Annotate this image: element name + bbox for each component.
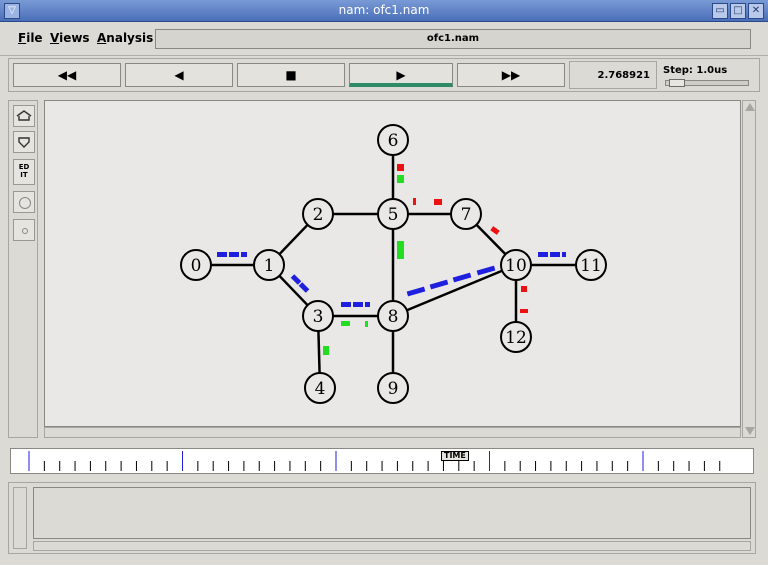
node-label: 5 bbox=[388, 205, 399, 225]
packet bbox=[520, 309, 528, 313]
node-8[interactable]: 8 bbox=[377, 300, 409, 332]
packet bbox=[413, 198, 416, 205]
filename-display: ofc1.nam bbox=[155, 29, 751, 49]
node-6[interactable]: 6 bbox=[377, 124, 409, 156]
zoom-in-glyph bbox=[16, 110, 32, 121]
node-1[interactable]: 1 bbox=[253, 249, 285, 281]
timeline[interactable]: TIME bbox=[10, 448, 754, 474]
node-10[interactable]: 10 bbox=[500, 249, 532, 281]
scroll-up-icon[interactable] bbox=[745, 103, 755, 111]
packet bbox=[229, 252, 239, 257]
node-label: 10 bbox=[505, 256, 527, 276]
node-7[interactable]: 7 bbox=[450, 198, 482, 230]
link-3-4 bbox=[317, 330, 321, 374]
node-2[interactable]: 2 bbox=[302, 198, 334, 230]
network-canvas[interactable]: 0 1 2 3 4 5 6 7 8 9 10 11 12 bbox=[44, 100, 741, 427]
packet bbox=[365, 302, 370, 307]
annotation-vertical-scrollbar[interactable] bbox=[13, 487, 27, 549]
network-graph: 0 12345678910 1112 bbox=[180, 124, 607, 404]
edit-mode-button[interactable]: ED IT bbox=[13, 159, 35, 185]
node-3[interactable]: 3 bbox=[302, 300, 334, 332]
node-9[interactable]: 9 bbox=[377, 372, 409, 404]
scroll-down-icon[interactable] bbox=[745, 427, 755, 435]
node-label: 6 bbox=[388, 131, 399, 151]
menu-file[interactable]: File bbox=[18, 31, 43, 45]
packet bbox=[521, 286, 527, 292]
packet bbox=[550, 252, 560, 257]
annotation-list[interactable] bbox=[33, 487, 751, 539]
packet bbox=[341, 302, 351, 307]
packet bbox=[341, 321, 350, 326]
packet bbox=[365, 321, 368, 327]
menu-analysis[interactable]: Analysis bbox=[97, 31, 153, 45]
node-5[interactable]: 5 bbox=[377, 198, 409, 230]
rewind-button[interactable]: ◀◀ bbox=[13, 63, 121, 87]
packet bbox=[323, 346, 329, 355]
close-button[interactable]: ✕ bbox=[748, 3, 764, 19]
transport-controls: ◀◀ ◀ ■ ▶ ▶▶ 2.768921 Step: 1.0us bbox=[8, 58, 760, 92]
node-label: 9 bbox=[388, 379, 399, 399]
packet bbox=[290, 274, 302, 285]
stop-button[interactable]: ■ bbox=[237, 63, 345, 87]
packet bbox=[397, 164, 404, 171]
packet bbox=[353, 302, 363, 307]
packet bbox=[241, 252, 247, 257]
packet bbox=[434, 199, 442, 205]
node-12[interactable]: 12 bbox=[500, 321, 532, 353]
node-label: 1 bbox=[264, 256, 275, 276]
step-label: Step: 1.0us bbox=[663, 65, 728, 76]
link-1-2 bbox=[278, 223, 309, 256]
step-back-button[interactable]: ◀ bbox=[125, 63, 233, 87]
node-label: 12 bbox=[505, 328, 527, 348]
time-marker[interactable]: TIME bbox=[441, 451, 469, 461]
tool-panel: ED IT bbox=[8, 100, 38, 438]
node-label: 2 bbox=[313, 205, 324, 225]
packet bbox=[429, 279, 449, 290]
packet bbox=[298, 282, 310, 293]
node-label: 11 bbox=[580, 256, 602, 276]
packet bbox=[452, 272, 472, 283]
maximize-button[interactable]: □ bbox=[730, 3, 746, 19]
horizontal-scrollbar[interactable] bbox=[44, 427, 741, 438]
fast-forward-button[interactable]: ▶▶ bbox=[457, 63, 565, 87]
step-control: Step: 1.0us bbox=[659, 61, 755, 89]
node-label: 4 bbox=[315, 379, 326, 399]
node-label: 3 bbox=[313, 307, 324, 327]
node-label: 7 bbox=[461, 205, 472, 225]
vertical-scrollbar[interactable] bbox=[742, 100, 756, 438]
node-label: 0 bbox=[191, 256, 202, 276]
window-title: nam: ofc1.nam bbox=[338, 3, 430, 17]
title-bar: ▽ nam: ofc1.nam ▭ □ ✕ bbox=[0, 0, 768, 22]
packet bbox=[397, 241, 404, 259]
node-4[interactable]: 4 bbox=[304, 372, 336, 404]
node-tool-icon[interactable] bbox=[13, 191, 35, 213]
zoom-in-icon[interactable] bbox=[13, 105, 35, 127]
menu-views[interactable]: Views bbox=[50, 31, 90, 45]
node-11[interactable]: 11 bbox=[575, 249, 607, 281]
zoom-out-icon[interactable] bbox=[13, 131, 35, 153]
timeline-ticks bbox=[28, 451, 721, 471]
packet bbox=[397, 175, 404, 183]
node-label: 8 bbox=[388, 307, 399, 327]
annotation-horizontal-scrollbar[interactable] bbox=[33, 541, 751, 551]
minimize-button[interactable]: ▭ bbox=[712, 3, 728, 19]
point-tool-icon[interactable] bbox=[13, 219, 35, 241]
link-7-10 bbox=[475, 223, 507, 256]
packet bbox=[217, 252, 227, 257]
menu-bar: File Views Analysis ofc1.nam bbox=[0, 22, 768, 56]
packet bbox=[406, 286, 426, 297]
packet bbox=[538, 252, 548, 257]
play-button[interactable]: ▶ bbox=[349, 63, 453, 87]
step-slider-thumb[interactable] bbox=[669, 79, 685, 87]
current-time: 2.768921 bbox=[569, 61, 657, 89]
zoom-out-glyph bbox=[18, 137, 30, 148]
packet bbox=[490, 226, 500, 235]
annotation-panel bbox=[8, 482, 756, 554]
node-0[interactable]: 0 bbox=[180, 249, 212, 281]
packet bbox=[562, 252, 566, 257]
